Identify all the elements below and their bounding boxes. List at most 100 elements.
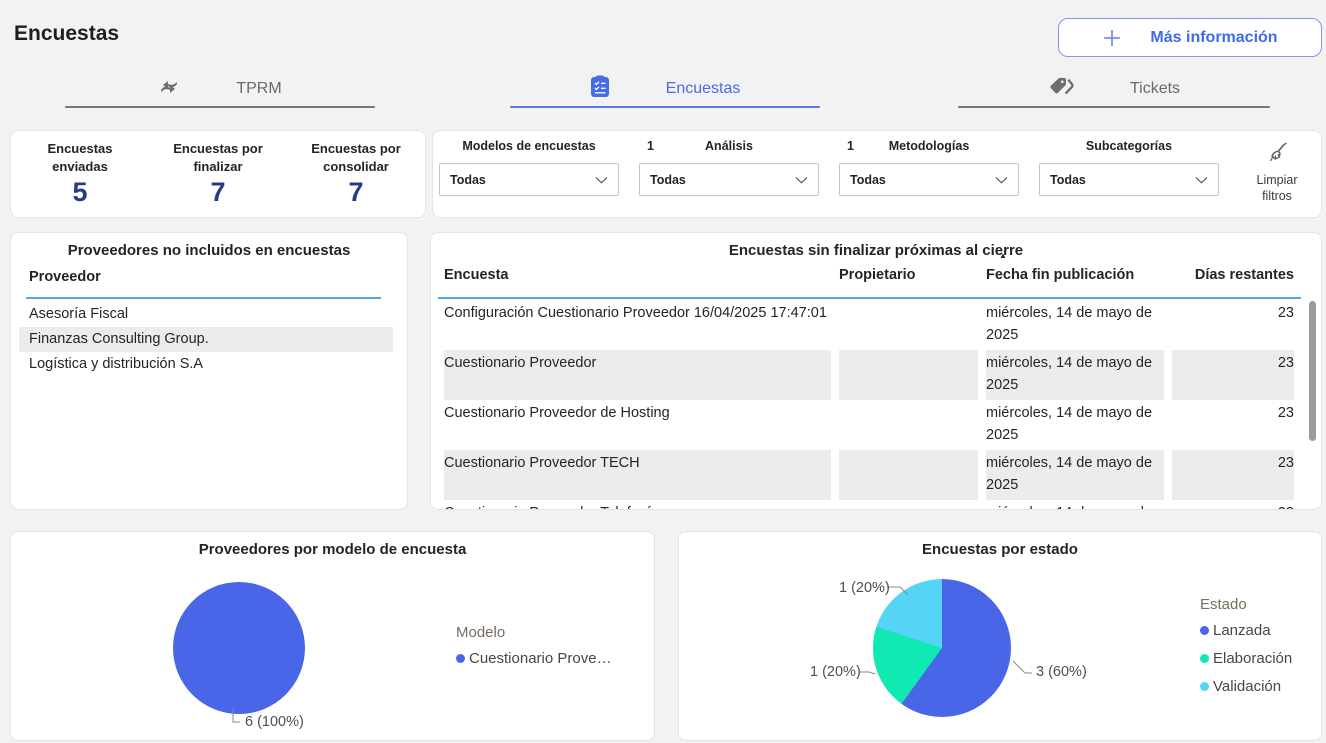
tab-tickets[interactable]: Tickets bbox=[958, 74, 1270, 108]
legend-label: Elaboración bbox=[1213, 650, 1292, 667]
pie-data-label-elaboracion: 1 (20%) bbox=[810, 664, 861, 680]
legend-item-elaboracion[interactable]: Elaboración bbox=[1200, 650, 1292, 667]
chart-title: Encuestas por estado bbox=[679, 541, 1321, 558]
clear-filters-label: Limpiar filtros bbox=[1247, 172, 1307, 205]
chevron-down-icon bbox=[595, 171, 608, 189]
filter-label: Metodologías bbox=[889, 139, 970, 153]
chevron-down-icon bbox=[995, 171, 1008, 189]
cell-fecha: miércoles, 14 de mayo de 2025 bbox=[986, 450, 1164, 500]
cell-encuesta: Configuración Cuestionario Proveedor 16/… bbox=[444, 300, 831, 350]
clear-filters-button[interactable]: Limpiar filtros bbox=[1233, 141, 1321, 205]
table-row[interactable]: Finanzas Consulting Group. bbox=[19, 327, 393, 352]
chart-encuestas-por-estado: Encuestas por estado 1 (20%) 1 (20%) 3 (… bbox=[678, 531, 1322, 741]
column-header-proveedor[interactable]: Proveedor bbox=[29, 269, 407, 285]
cell-propietario bbox=[839, 350, 978, 400]
tags-icon bbox=[1048, 76, 1074, 103]
sort-ascending-icon[interactable]: ▲ bbox=[999, 251, 1007, 260]
kpi-label: Encuestas enviadas bbox=[21, 140, 139, 175]
legend-dot bbox=[456, 654, 465, 663]
pending-table-title: Encuestas sin finalizar próximas al cier… bbox=[431, 242, 1321, 259]
legend-dot bbox=[1200, 682, 1209, 691]
table-row[interactable]: Logística y distribución S.A bbox=[19, 352, 393, 377]
dropdown-value: Todas bbox=[1050, 173, 1086, 187]
legend-item-validacion[interactable]: Validación bbox=[1200, 678, 1292, 695]
pending-table-card: Encuestas sin finalizar próximas al cier… bbox=[430, 232, 1322, 510]
cell-dias: 23 bbox=[1172, 300, 1294, 350]
tab-encuestas-label: Encuestas bbox=[666, 80, 741, 98]
filter-metodologias: 1 Metodologías Todas bbox=[839, 139, 1019, 196]
cell-encuesta: Cuestionario Proveedor de Hosting bbox=[444, 400, 831, 450]
table-row[interactable]: Cuestionario Proveedor Telefonía miércol… bbox=[444, 500, 1321, 509]
pie-chart[interactable] bbox=[173, 582, 305, 714]
more-info-button[interactable]: Más información bbox=[1058, 18, 1322, 57]
kpi-label: Encuestas por consolidar bbox=[297, 140, 415, 175]
table-row[interactable]: Asesoría Fiscal bbox=[19, 302, 393, 327]
cell-propietario bbox=[839, 450, 978, 500]
cell-fecha: miércoles, 14 de mayo de 2025 bbox=[986, 400, 1164, 450]
pie-data-label-validacion: 1 (20%) bbox=[839, 580, 890, 596]
column-header-fecha[interactable]: Fecha fin publicación bbox=[986, 267, 1164, 283]
pending-table-header: Encuesta Propietario Fecha fin publicaci… bbox=[444, 267, 1321, 283]
tab-tickets-label: Tickets bbox=[1130, 80, 1180, 98]
more-info-label: Más información bbox=[1150, 29, 1277, 47]
tab-tprm-label: TPRM bbox=[236, 80, 281, 98]
clipboard-checklist-icon bbox=[590, 75, 610, 103]
chevron-down-icon bbox=[795, 171, 808, 189]
flow-icon bbox=[158, 77, 180, 102]
legend-item-lanzada[interactable]: Lanzada bbox=[1200, 622, 1292, 639]
pie-chart[interactable] bbox=[873, 579, 1011, 717]
legend-label: Cuestionario Prove… bbox=[469, 650, 612, 667]
analisis-dropdown[interactable]: Todas bbox=[639, 163, 819, 196]
column-header-encuesta[interactable]: Encuesta bbox=[444, 267, 831, 283]
providers-table-title: Proveedores no incluidos en encuestas bbox=[11, 242, 407, 259]
legend-dot bbox=[1200, 654, 1209, 663]
table-row[interactable]: Cuestionario Proveedor de Hosting miérco… bbox=[444, 400, 1321, 450]
pie-data-label: 6 (100%) bbox=[245, 714, 304, 730]
legend-item[interactable]: Cuestionario Prove… bbox=[456, 650, 612, 667]
modelos-dropdown[interactable]: Todas bbox=[439, 163, 619, 196]
legend-title: Estado bbox=[1200, 596, 1292, 613]
metodologias-dropdown[interactable]: Todas bbox=[839, 163, 1019, 196]
tab-encuestas[interactable]: Encuestas bbox=[510, 74, 820, 108]
table-row[interactable]: Cuestionario Proveedor TECH miércoles, 1… bbox=[444, 450, 1321, 500]
chart-legend: Modelo Cuestionario Prove… bbox=[456, 624, 612, 678]
kpi-value: 7 bbox=[348, 177, 363, 208]
column-header-dias[interactable]: Días restantes bbox=[1172, 267, 1294, 283]
vertical-scrollbar[interactable] bbox=[1309, 301, 1316, 441]
cell-encuesta: Cuestionario Proveedor bbox=[444, 350, 831, 400]
filter-count: 1 bbox=[647, 139, 654, 153]
kpi-label: Encuestas por finalizar bbox=[159, 140, 277, 175]
table-row[interactable]: Configuración Cuestionario Proveedor 16/… bbox=[444, 300, 1321, 350]
chart-proveedores-por-modelo: Proveedores por modelo de encuesta 6 (10… bbox=[10, 531, 655, 741]
chart-title: Proveedores por modelo de encuesta bbox=[11, 541, 654, 558]
tab-tprm[interactable]: TPRM bbox=[65, 74, 375, 108]
filters-card: Modelos de encuestas Todas 1 Análisis To… bbox=[432, 130, 1322, 218]
cell-encuesta: Cuestionario Proveedor TECH bbox=[444, 450, 831, 500]
page-title: Encuestas bbox=[14, 22, 119, 46]
filter-analisis: 1 Análisis Todas bbox=[639, 139, 819, 196]
tab-underline-active bbox=[510, 106, 820, 109]
cell-propietario bbox=[839, 400, 978, 450]
cell-dias: 23 bbox=[1172, 450, 1294, 500]
pending-rows: Configuración Cuestionario Proveedor 16/… bbox=[431, 300, 1321, 509]
cell-encuesta: Cuestionario Proveedor Telefonía bbox=[444, 500, 831, 509]
filter-subcategorias: Subcategorías Todas bbox=[1039, 139, 1219, 196]
subcategorias-dropdown[interactable]: Todas bbox=[1039, 163, 1219, 196]
cell-fecha: miércoles, 14 de mayo de 2025 bbox=[986, 300, 1164, 350]
providers-table-card: Proveedores no incluidos en encuestas Pr… bbox=[10, 232, 408, 510]
dropdown-value: Todas bbox=[650, 173, 686, 187]
cell-dias: 23 bbox=[1172, 500, 1294, 509]
dropdown-value: Todas bbox=[850, 173, 886, 187]
tab-underline bbox=[65, 106, 375, 109]
kpi-encuestas-por-consolidar: Encuestas por consolidar 7 bbox=[287, 140, 425, 207]
filter-modelos: Modelos de encuestas Todas bbox=[439, 139, 619, 196]
legend-title: Modelo bbox=[456, 624, 612, 641]
kpi-value: 7 bbox=[210, 177, 225, 208]
legend-dot bbox=[1200, 626, 1209, 635]
table-row[interactable]: Cuestionario Proveedor miércoles, 14 de … bbox=[444, 350, 1321, 400]
legend-label: Lanzada bbox=[1213, 622, 1271, 639]
cell-propietario bbox=[839, 300, 978, 350]
broom-icon bbox=[1265, 152, 1289, 169]
column-header-propietario[interactable]: Propietario bbox=[839, 267, 978, 283]
header-underline bbox=[26, 297, 381, 299]
